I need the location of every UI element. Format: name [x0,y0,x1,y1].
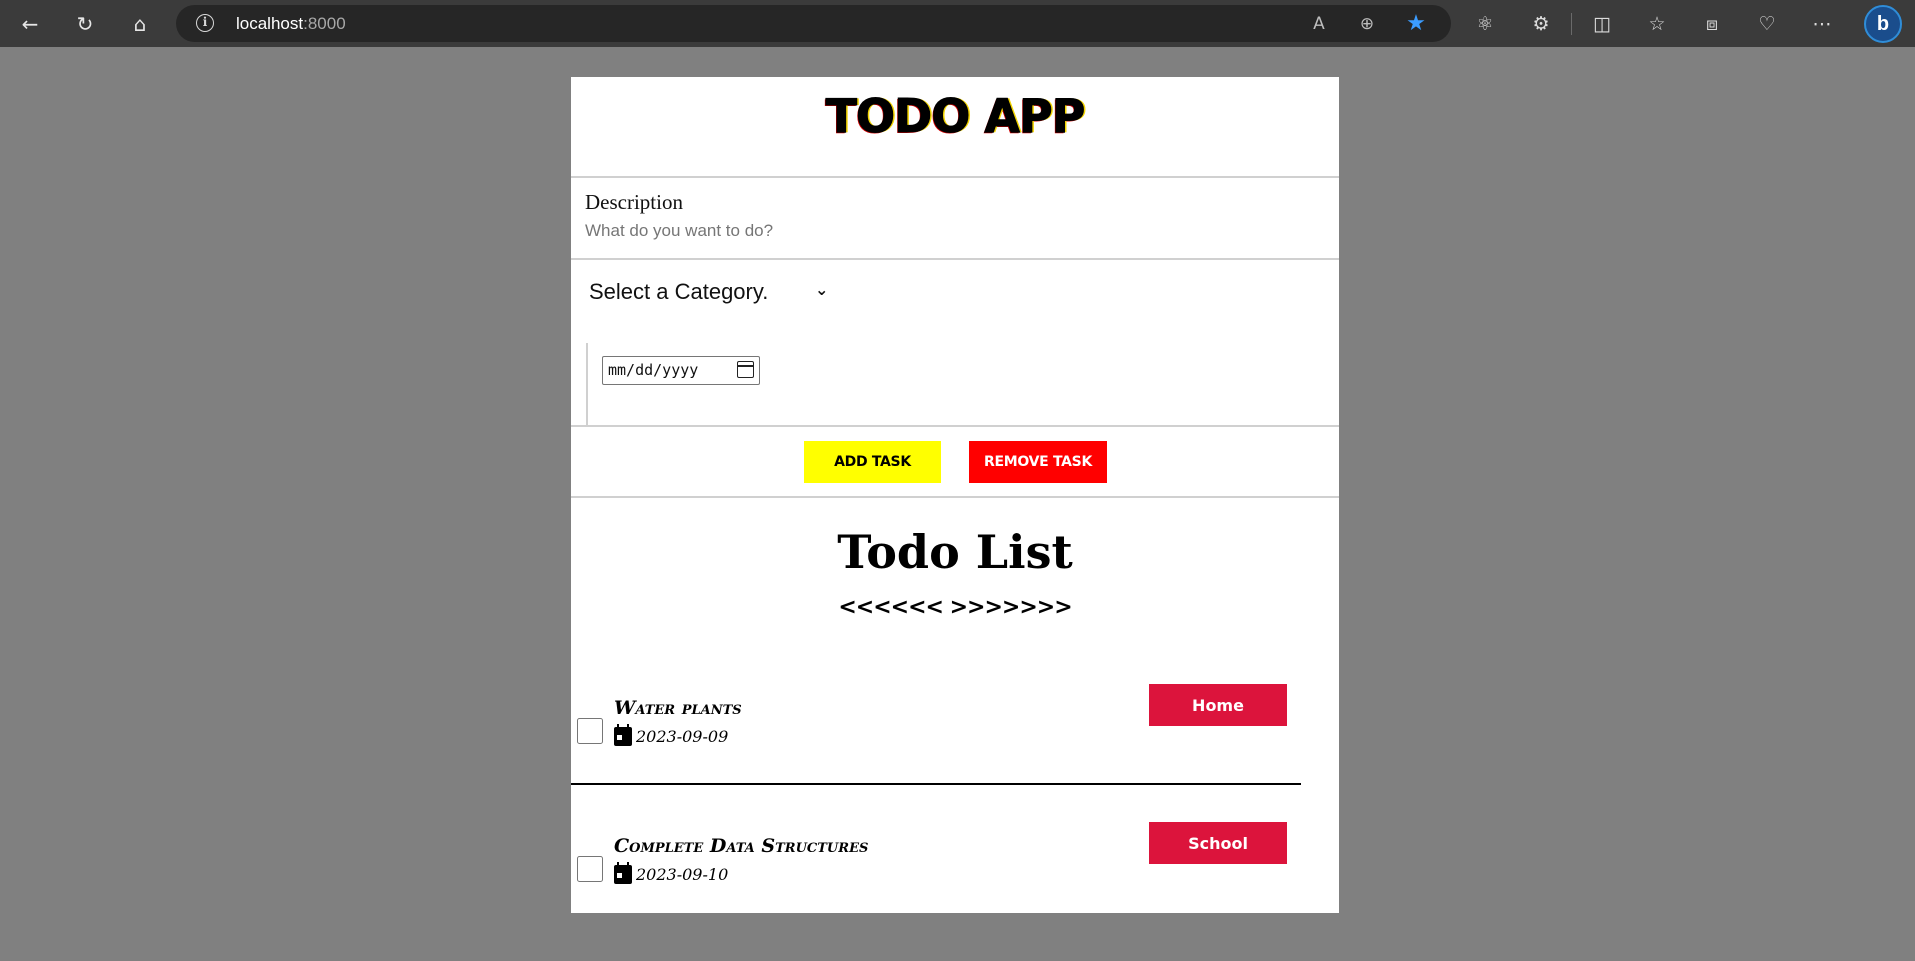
category-select-value: Select a Category. [589,279,769,304]
remove-task-button[interactable]: Remove Task [969,441,1107,483]
task-due-date: 2023-09-10 [636,865,729,884]
browser-essentials-icon[interactable]: ♡ [1752,9,1782,39]
task-category-badge[interactable]: School [1149,822,1287,864]
task-category-badge[interactable]: Home [1149,684,1287,726]
split-screen-icon[interactable]: ◫ [1587,9,1617,39]
home-icon[interactable]: ⌂ [124,8,156,40]
zoom-icon[interactable]: ⊕ [1354,11,1380,37]
extensions-icon[interactable]: ⚙ [1526,9,1556,39]
refresh-icon[interactable]: ↻ [69,8,101,40]
more-options-icon[interactable]: ⋯ [1807,9,1837,39]
react-devtools-icon[interactable]: ⚛ [1470,9,1500,39]
task-date-row: 2023-09-09 [614,724,729,746]
address-bar[interactable]: i localhost:8000 A ⊕ ★ [176,5,1451,42]
task-date-row: 2023-09-10 [614,862,729,884]
todo-app-card: TODO APP Description Select a Category. … [571,77,1339,913]
divider [571,496,1339,498]
task-item: Water plants 2023-09-09 Home [571,673,1301,785]
add-task-button[interactable]: Add Task [804,441,941,483]
divider [571,425,1339,427]
description-label: Description [585,190,683,214]
url-text[interactable]: localhost:8000 [236,14,346,34]
toolbar-divider [1571,13,1572,35]
category-select[interactable]: Select a Category. ⌄ [589,272,849,312]
divider [571,258,1339,260]
calendar-icon [614,724,632,746]
calendar-icon [614,862,632,884]
read-aloud-icon[interactable]: A [1306,11,1332,37]
task-name: Water plants [614,697,742,719]
list-decoration: <<<<<< >>>>>>> [838,595,1072,620]
description-input[interactable] [585,219,1105,243]
favorite-star-icon[interactable]: ★ [1403,11,1429,37]
task-name: Complete Data Structures [614,835,869,857]
browser-toolbar: ← ↻ ⌂ i localhost:8000 A ⊕ ★ ⚛ ⚙ ◫ ☆ ⧈ ♡… [0,0,1915,47]
date-section-border [586,343,588,427]
todo-list-title: Todo List [837,525,1073,579]
divider [571,176,1339,178]
info-icon[interactable]: i [196,14,214,32]
app-title: TODO APP [825,89,1086,144]
calendar-picker-icon[interactable] [737,361,754,378]
task-item: Complete Data Structures 2023-09-10 Scho… [571,811,1301,913]
task-checkbox[interactable] [577,718,603,744]
bing-copilot-icon[interactable]: b [1864,5,1902,43]
task-due-date: 2023-09-09 [636,727,729,746]
date-placeholder: mm/dd/yyyy [608,361,699,379]
due-date-input[interactable]: mm/dd/yyyy [602,356,760,385]
task-checkbox[interactable] [577,856,603,882]
back-icon[interactable]: ← [14,8,46,40]
chevron-down-icon: ⌄ [815,280,829,299]
collections-icon[interactable]: ⧈ [1697,9,1727,39]
favorites-icon[interactable]: ☆ [1642,9,1672,39]
